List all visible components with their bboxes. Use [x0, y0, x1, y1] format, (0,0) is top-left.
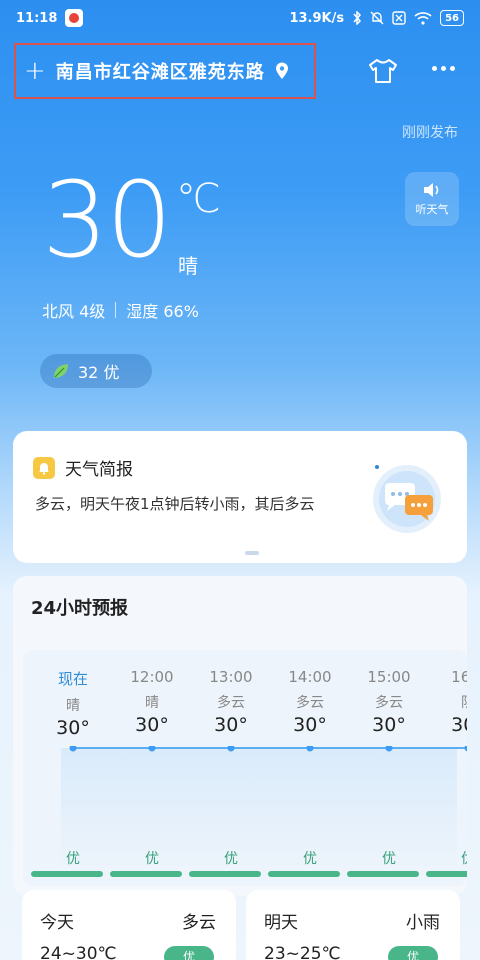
hourly-title: 24小时预报 — [31, 598, 129, 619]
hour-item: 12:00 晴 30° 优 — [110, 668, 182, 877]
weather-brief-card[interactable]: 天气简报 多云，明天午夜1点钟后转小雨，其后多云 — [13, 431, 467, 563]
hour-aq: 优 — [382, 851, 396, 867]
hour-aq-bar — [347, 871, 419, 877]
more-options-icon[interactable] — [432, 66, 455, 71]
day-aq-badge: 优 — [388, 946, 438, 960]
hour-temp: 30° — [372, 714, 406, 736]
day-name: 明天 — [264, 913, 298, 933]
status-bar: 11:18 13.9K/s 56 — [0, 0, 480, 36]
current-condition: 晴 — [178, 254, 198, 278]
hour-temp: 30° — [451, 714, 467, 736]
day-condition: 多云 — [182, 913, 216, 933]
battery-icon: 56 — [440, 10, 464, 26]
hour-time: 14:00 — [288, 668, 332, 686]
location-pin-icon — [275, 62, 288, 79]
sim-x-icon — [392, 11, 406, 25]
wifi-icon — [414, 12, 432, 25]
temperature-unit: ℃ — [176, 176, 221, 222]
speaker-icon — [424, 182, 439, 197]
hour-weather: 晴 — [145, 695, 159, 711]
brief-title: 天气简报 — [65, 460, 133, 480]
hour-aq: 优 — [66, 851, 80, 867]
humidity-info: 湿度 66% — [126, 302, 199, 321]
hour-temp: 30° — [293, 714, 327, 736]
bell-icon — [33, 456, 55, 479]
hour-temp: 30° — [214, 714, 248, 736]
hour-aq: 优 — [438, 848, 467, 868]
hour-item: 13:00 多云 30° 优 — [189, 668, 261, 877]
trend-point — [464, 746, 467, 752]
day-name: 今天 — [40, 913, 74, 933]
hour-aq-bar — [426, 871, 467, 877]
divider — [115, 302, 117, 318]
hour-time: 现在 — [57, 670, 88, 688]
publish-time: 刚刚发布 — [402, 125, 458, 141]
dressing-index-icon[interactable] — [368, 58, 398, 84]
hour-time: 12:00 — [130, 668, 174, 686]
listen-weather-label: 听天气 — [415, 202, 449, 216]
top-bar: + 南昌市红谷滩区雅苑东路 — [0, 40, 480, 102]
location-selector[interactable]: + 南昌市红谷滩区雅苑东路 — [14, 43, 316, 99]
day-temp-range: 24~30℃ — [40, 944, 117, 960]
hour-aq: 优 — [145, 851, 159, 867]
status-time: 11:18 — [16, 10, 58, 26]
bluetooth-icon — [353, 11, 362, 25]
hour-item: 14:00 多云 30° 优 — [268, 668, 340, 877]
network-speed: 13.9K/s — [289, 10, 345, 26]
aqi-badge[interactable]: 32 优 — [40, 354, 152, 388]
listen-weather-button[interactable]: 听天气 — [405, 172, 459, 226]
current-temperature: 30 — [42, 159, 172, 281]
hour-weather: 阴 — [438, 692, 467, 712]
brief-text: 多云，明天午夜1点钟后转小雨，其后多云 — [35, 495, 315, 513]
hour-weather: 多云 — [375, 695, 403, 711]
hour-time: 16:0 — [451, 668, 467, 686]
add-city-icon[interactable]: + — [24, 58, 46, 84]
hour-time: 13:00 — [209, 668, 253, 686]
hour-item: 16:0 阴 30° 优 — [426, 668, 467, 877]
tomorrow-card[interactable]: 明天 小雨 23~25℃ 优 — [246, 890, 460, 960]
hour-item: 15:00 多云 30° 优 — [347, 668, 419, 877]
hourly-scroll[interactable]: 现在晴 30° 优 12:00 晴 30° 优 13:00 多云 30° 优 14:00 多云 30° 优 1… — [23, 650, 467, 886]
hour-weather: 晴 — [66, 698, 80, 714]
hour-aq: 优 — [224, 851, 238, 867]
hour-temp: 30° — [56, 717, 90, 739]
today-card[interactable]: 今天 多云 24~30℃ 优 — [22, 890, 236, 960]
day-condition: 小雨 — [406, 913, 440, 933]
wind-humidity-row: 北风 4级 湿度 66% — [42, 298, 199, 322]
hour-aq: 优 — [303, 851, 317, 867]
leaf-icon — [54, 364, 68, 378]
hour-aq-bar — [31, 871, 103, 877]
hour-weather: 多云 — [217, 695, 245, 711]
hour-aq-bar — [268, 871, 340, 877]
hourly-forecast-card: 24小时预报 现在晴 30° 优 12:00 晴 30° 优 13:00 多云 30° 优 14:00… — [13, 576, 467, 896]
app-notification-icon — [65, 9, 84, 27]
hour-time: 15:00 — [367, 668, 411, 686]
hour-item: 现在晴 30° 优 — [31, 668, 103, 877]
hour-weather: 多云 — [296, 695, 324, 711]
mute-bell-icon — [370, 11, 384, 25]
page-indicator — [245, 551, 259, 555]
day-temp-range: 23~25℃ — [264, 944, 341, 960]
aqi-value: 32 优 — [78, 363, 120, 382]
hour-temp: 30° — [135, 714, 169, 736]
chat-bubbles-illustration — [373, 465, 441, 533]
hour-aq-bar — [189, 871, 261, 877]
day-aq-badge: 优 — [164, 946, 214, 960]
hour-aq-bar — [110, 871, 182, 877]
wind-info: 北风 4级 — [42, 302, 106, 321]
location-name: 南昌市红谷滩区雅苑东路 — [55, 62, 265, 83]
